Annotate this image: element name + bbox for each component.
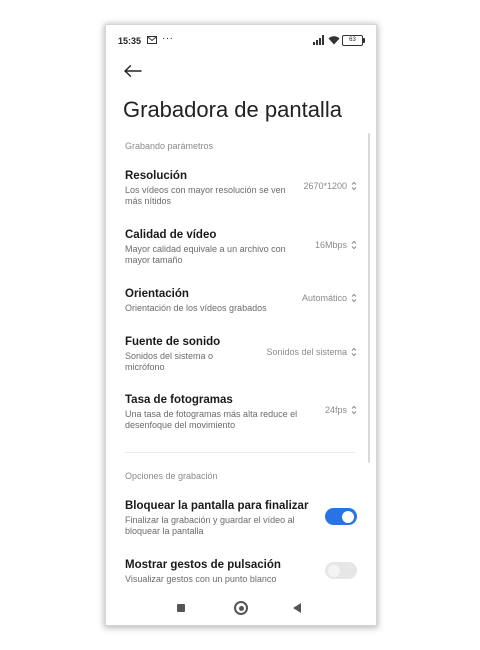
wifi-icon <box>328 36 340 45</box>
page-title: Grabadora de pantalla <box>123 97 342 122</box>
setting-title: Fuente de sonido <box>125 336 221 348</box>
setting-description: Una tasa de fotogramas más alta reduce e… <box>125 409 298 430</box>
setting-title: Tasa de fotogramas <box>125 394 233 406</box>
up-down-chevron-icon <box>351 240 357 250</box>
toggle-knob <box>328 564 340 577</box>
show-gestures-toggle[interactable] <box>325 562 357 579</box>
battery-level: 63 <box>349 37 356 43</box>
setting-value: 24fps <box>324 405 347 415</box>
section-header-recording-params: Grabando parámetros <box>125 141 214 151</box>
option-title: Mostrar gestos de pulsación <box>125 559 281 571</box>
up-down-chevron-icon <box>351 405 357 415</box>
option-description: Finalizar la grabación y guardar el víde… <box>125 515 295 536</box>
setting-value-selector[interactable]: 24fps <box>325 405 357 415</box>
recents-square-icon[interactable] <box>177 604 185 612</box>
option-show-tap-gestures[interactable]: Mostrar gestos de pulsación Visualizar g… <box>125 558 357 585</box>
up-down-chevron-icon <box>351 181 357 191</box>
section-divider <box>125 452 355 453</box>
setting-orientation[interactable]: Orientación Orientación de los vídeos gr… <box>125 287 357 314</box>
setting-sound-source[interactable]: Fuente de sonido Sonidos del sistema o m… <box>125 335 357 373</box>
home-circle-icon[interactable] <box>234 601 248 615</box>
option-description: Visualizar gestos con un punto blanco <box>125 574 277 584</box>
back-arrow-icon[interactable] <box>124 65 142 77</box>
up-down-chevron-icon <box>351 293 357 303</box>
back-triangle-icon[interactable] <box>293 603 301 613</box>
navigation-bar <box>106 600 376 620</box>
setting-frame-rate[interactable]: Tasa de fotogramas Una tasa de fotograma… <box>125 393 357 431</box>
mail-notification-icon <box>147 36 157 44</box>
setting-description: Sonidos del sistema o micrófono <box>125 351 214 372</box>
status-bar: 15:35 ··· 63 <box>106 33 376 49</box>
signal-icon <box>313 35 324 45</box>
setting-description: Mayor calidad equivale a un archivo con … <box>125 244 286 265</box>
setting-title: Orientación <box>125 288 189 300</box>
setting-value-selector[interactable]: Automático <box>302 293 357 303</box>
setting-value: 16Mbps <box>314 240 347 250</box>
setting-value-selector[interactable]: 2670*1200 <box>303 181 357 191</box>
status-time: 15:35 <box>118 36 142 46</box>
setting-video-quality[interactable]: Calidad de vídeo Mayor calidad equivale … <box>125 228 357 266</box>
setting-value: 2670*1200 <box>303 181 347 191</box>
section-header-recording-options: Opciones de grabación <box>125 471 218 481</box>
setting-value-selector[interactable]: 16Mbps <box>315 240 357 250</box>
scrollbar[interactable] <box>368 133 370 463</box>
setting-description: Orientación de los vídeos grabados <box>125 303 267 313</box>
setting-value: Automático <box>301 293 347 303</box>
battery-icon: 63 <box>342 35 365 46</box>
option-title: Bloquear la pantalla para finalizar <box>125 500 309 512</box>
setting-description: Los vídeos con mayor resolución se ven m… <box>125 185 286 206</box>
lock-screen-toggle[interactable] <box>325 508 357 525</box>
toggle-knob <box>342 510 354 523</box>
setting-title: Calidad de vídeo <box>125 229 217 241</box>
setting-value-selector[interactable]: Sonidos del sistema <box>266 347 357 357</box>
option-lock-screen-to-end[interactable]: Bloquear la pantalla para finalizar Fina… <box>125 499 357 537</box>
up-down-chevron-icon <box>351 347 357 357</box>
setting-value: Sonidos del sistema <box>266 347 347 357</box>
phone-screen: 15:35 ··· 63 Grabadora de pantalla Graba… <box>106 25 376 625</box>
more-notifications-icon: ··· <box>162 33 174 44</box>
setting-resolution[interactable]: Resolución Los vídeos con mayor resoluci… <box>125 169 357 207</box>
setting-title: Resolución <box>125 170 187 182</box>
